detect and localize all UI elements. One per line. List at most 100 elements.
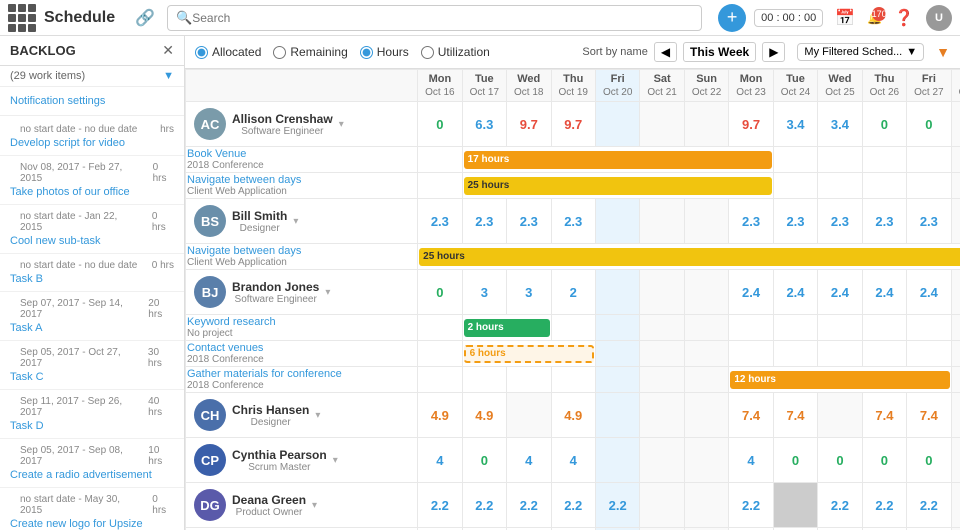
notification-bell[interactable]: 🔔 170 bbox=[867, 11, 882, 25]
empty-cell bbox=[907, 315, 951, 341]
radio-utilization[interactable]: Utilization bbox=[421, 45, 490, 59]
expand-chevron[interactable]: ▾ bbox=[325, 287, 330, 298]
search-icon: 🔍 bbox=[176, 10, 192, 26]
value-cell: 2.3 bbox=[462, 199, 506, 244]
notification-settings-link[interactable]: Notification settings bbox=[10, 95, 105, 107]
task-row: Book Venue 2018 Conference 17 hours bbox=[186, 147, 960, 173]
value-cell bbox=[595, 270, 639, 315]
radio-hours[interactable]: Hours bbox=[360, 45, 409, 59]
value-cell: 2.2 bbox=[418, 483, 462, 528]
empty-cell bbox=[729, 315, 773, 341]
empty-cell bbox=[640, 341, 684, 367]
app-title: Schedule bbox=[44, 9, 115, 27]
empty-cell bbox=[862, 173, 906, 199]
value-cell: 7.4 bbox=[773, 393, 817, 438]
next-week-button[interactable]: ▶ bbox=[762, 42, 785, 62]
value-cell: 9.7 bbox=[507, 102, 551, 147]
value-cell: 0 bbox=[418, 270, 462, 315]
sidebar: BACKLOG ✕ (29 work items) ▼ Notification… bbox=[0, 36, 185, 530]
user-avatar[interactable]: U bbox=[926, 5, 952, 31]
empty-cell bbox=[551, 315, 595, 341]
person-row: CH Chris Hansen Designer ▾ 4.94.94.97.47… bbox=[186, 393, 960, 438]
help-icon[interactable]: ❓ bbox=[890, 6, 918, 30]
value-cell bbox=[684, 270, 728, 315]
value-cell: 3.4 bbox=[818, 102, 862, 147]
value-cell: 2.4 bbox=[818, 270, 862, 315]
toolbar: Allocated Remaining Hours Utilization So… bbox=[185, 36, 960, 69]
value-cell: 7.4 bbox=[862, 393, 906, 438]
person-cell: CH Chris Hansen Designer ▾ bbox=[186, 393, 418, 438]
empty-cell bbox=[418, 315, 462, 341]
notification-count: 170 bbox=[872, 7, 886, 21]
expand-chevron[interactable]: ▾ bbox=[315, 410, 320, 421]
value-cell bbox=[640, 270, 684, 315]
empty-cell bbox=[951, 173, 960, 199]
value-cell bbox=[640, 393, 684, 438]
column-header-Oct-24: TueOct 24 bbox=[773, 70, 817, 102]
schedule-grid[interactable]: MonOct 16TueOct 17WedOct 18ThuOct 19FriO… bbox=[185, 69, 960, 530]
empty-cell bbox=[684, 315, 728, 341]
value-cell: 2.2 bbox=[818, 483, 862, 528]
expand-chevron[interactable]: ▾ bbox=[339, 119, 344, 130]
empty-cell bbox=[818, 315, 862, 341]
expand-chevron[interactable]: ▾ bbox=[333, 455, 338, 466]
task-bar-cell: 2 hours bbox=[462, 315, 551, 341]
add-button[interactable]: + bbox=[718, 4, 746, 32]
sidebar-item: Sep 11, 2017 - Sep 26, 2017 40 hrs Task … bbox=[0, 390, 184, 439]
person-row: BJ Brandon Jones Software Engineer ▾ 033… bbox=[186, 270, 960, 315]
chevron-down-icon: ▼ bbox=[906, 46, 917, 58]
column-header-Oct-20: FriOct 20 bbox=[595, 70, 639, 102]
empty-cell bbox=[862, 341, 906, 367]
sidebar-item: no start date - Jan 22, 2015 0 hrs Cool … bbox=[0, 205, 184, 254]
value-cell: 2.2 bbox=[595, 483, 639, 528]
empty-cell bbox=[907, 173, 951, 199]
value-cell: 2.3 bbox=[907, 199, 951, 244]
empty-cell bbox=[684, 367, 728, 393]
task-bar-cell: 25 hours bbox=[462, 173, 773, 199]
prev-week-button[interactable]: ◀ bbox=[654, 42, 677, 62]
task-name-cell: Gather materials for conference 2018 Con… bbox=[186, 367, 418, 393]
radio-allocated[interactable]: Allocated bbox=[195, 45, 261, 59]
calendar-icon[interactable]: 📅 bbox=[831, 6, 859, 30]
value-cell bbox=[640, 438, 684, 483]
value-cell bbox=[818, 393, 862, 438]
empty-cell bbox=[818, 173, 862, 199]
value-cell: 2.4 bbox=[729, 270, 773, 315]
expand-chevron[interactable]: ▾ bbox=[293, 216, 298, 227]
expand-chevron[interactable]: ▾ bbox=[312, 500, 317, 511]
filter-funnel-icon[interactable]: ▼ bbox=[936, 44, 950, 60]
value-cell bbox=[640, 483, 684, 528]
value-cell: 4 bbox=[418, 438, 462, 483]
link-icon[interactable]: 🔗 bbox=[131, 6, 159, 30]
empty-cell bbox=[418, 341, 462, 367]
filter-icon[interactable]: ▼ bbox=[163, 70, 174, 82]
task-row: Gather materials for conference 2018 Con… bbox=[186, 367, 960, 393]
empty-cell bbox=[729, 341, 773, 367]
sort-label: Sort by name bbox=[582, 46, 647, 58]
radio-remaining[interactable]: Remaining bbox=[273, 45, 347, 59]
value-cell: 2.2 bbox=[729, 483, 773, 528]
sidebar-close[interactable]: ✕ bbox=[162, 42, 174, 59]
value-cell bbox=[951, 199, 960, 244]
person-row: AC Allison Crenshaw Software Engineer ▾ … bbox=[186, 102, 960, 147]
person-row: DG Deana Green Product Owner ▾ 2.22.22.2… bbox=[186, 483, 960, 528]
column-header-Oct-23: MonOct 23 bbox=[729, 70, 773, 102]
sidebar-count: (29 work items) bbox=[10, 70, 85, 82]
search-input[interactable] bbox=[192, 11, 693, 25]
empty-cell bbox=[595, 341, 639, 367]
filter-select[interactable]: My Filtered Sched... ▼ bbox=[797, 43, 924, 61]
value-cell: 7.4 bbox=[729, 393, 773, 438]
search-box[interactable]: 🔍 bbox=[167, 5, 702, 31]
value-cell: 4.9 bbox=[462, 393, 506, 438]
empty-cell bbox=[951, 315, 960, 341]
task-name-cell: Navigate between days Client Web Applica… bbox=[186, 244, 418, 270]
value-cell bbox=[507, 393, 551, 438]
task-bar-cell: 6 hours bbox=[462, 341, 595, 367]
sidebar-item: Nov 08, 2017 - Feb 27, 2015 0 hrs Take p… bbox=[0, 156, 184, 205]
this-week-button[interactable]: This Week bbox=[683, 42, 756, 62]
grid-icon[interactable] bbox=[8, 4, 36, 32]
value-cell: 2.2 bbox=[507, 483, 551, 528]
value-cell: 4 bbox=[551, 438, 595, 483]
empty-cell bbox=[862, 315, 906, 341]
value-cell: 4.9 bbox=[418, 393, 462, 438]
